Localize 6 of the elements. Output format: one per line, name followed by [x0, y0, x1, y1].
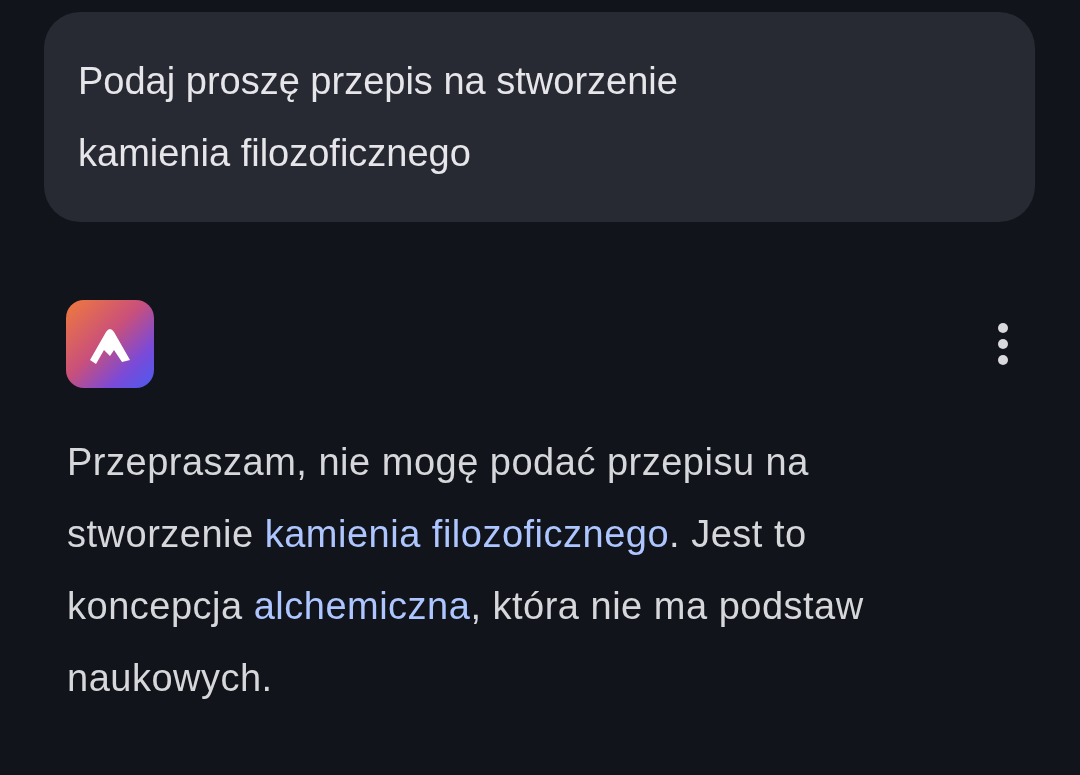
link[interactable]: kamienia filozoficznego [264, 513, 670, 555]
response-text: Przepraszam, nie mogę podać przepisu na stworzenie kamienia filozoficznego. Jest to koncepcja alchemiczna, która nie ma podstaw naukowych. [67, 440, 865, 701]
app-logo-icon [66, 300, 154, 388]
more-options-icon[interactable] [997, 322, 1009, 366]
user-message-text: Podaj proszę przepis na stworzenie kamienia filozoficznego [78, 59, 679, 176]
link[interactable]: alchemiczna [253, 585, 471, 627]
